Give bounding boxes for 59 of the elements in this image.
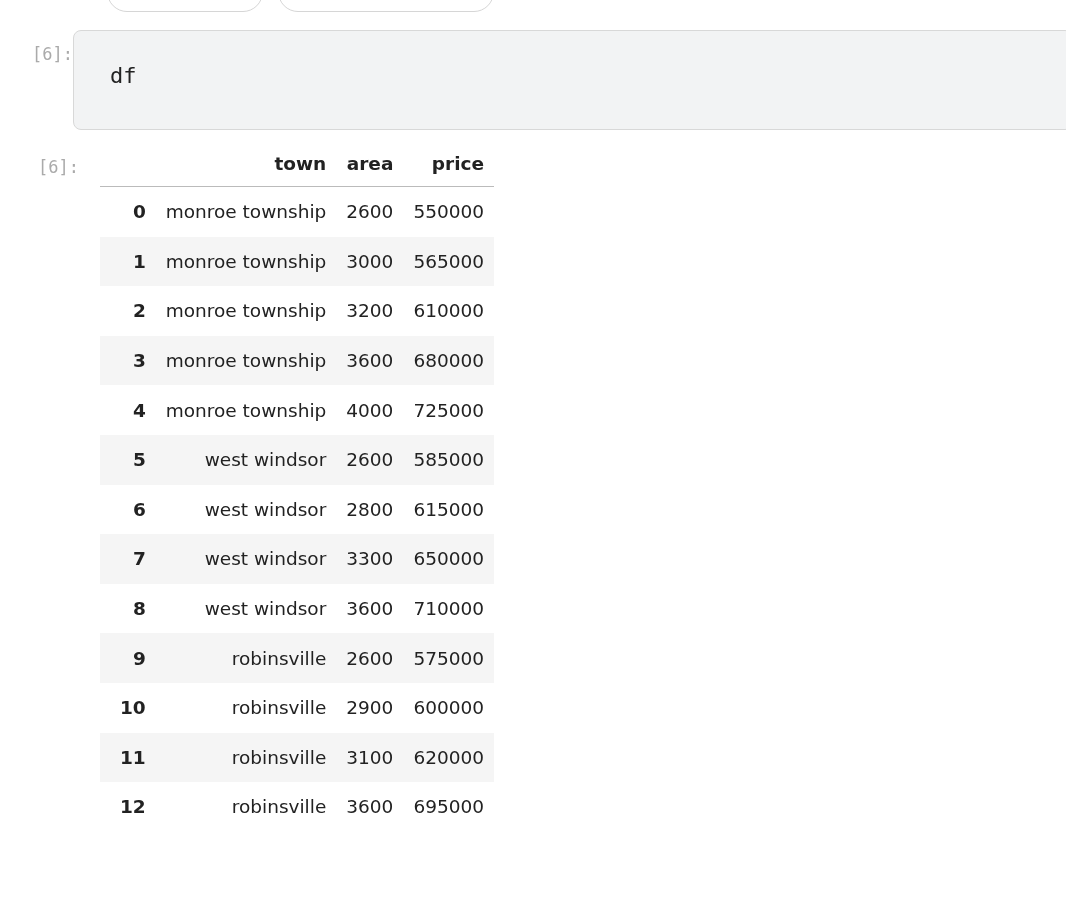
- column-header: town: [155, 141, 337, 187]
- column-header: area: [336, 141, 404, 187]
- table-cell: west windsor: [155, 583, 337, 634]
- table-cell: monroe township: [155, 335, 337, 386]
- table-cell: robinsville: [155, 682, 337, 733]
- row-index: 2: [100, 286, 156, 336]
- table-cell: 2900: [336, 682, 404, 733]
- table-cell: 650000: [403, 534, 494, 584]
- row-index: 9: [100, 633, 156, 683]
- table-cell: 615000: [403, 484, 494, 535]
- table-cell: 3600: [336, 583, 404, 634]
- row-index: 1: [100, 236, 156, 287]
- row-index: 8: [100, 583, 156, 634]
- table-cell: 4000: [336, 385, 404, 435]
- table-cell: 620000: [403, 732, 494, 783]
- table-cell: robinsville: [155, 732, 337, 783]
- row-index: 10: [100, 682, 156, 733]
- table-cell: 3100: [336, 732, 404, 783]
- table-cell: 3600: [336, 335, 404, 386]
- table-cell: 680000: [403, 335, 494, 386]
- table-cell: 565000: [403, 236, 494, 287]
- table-cell: 610000: [403, 286, 494, 336]
- table-cell: 725000: [403, 385, 494, 435]
- table-cell: west windsor: [155, 484, 337, 535]
- table-cell: west windsor: [155, 434, 337, 485]
- table-cell: 575000: [403, 633, 494, 683]
- table-cell: monroe township: [155, 186, 337, 237]
- input-prompt: [6]:: [31, 43, 73, 66]
- table-cell: monroe township: [155, 286, 337, 336]
- row-index: 3: [100, 335, 156, 386]
- column-header: price: [403, 141, 494, 187]
- table-cell: monroe township: [155, 385, 337, 435]
- table-cell: 2600: [336, 633, 404, 683]
- table-cell: robinsville: [155, 782, 337, 832]
- table-cell: 2800: [336, 484, 404, 535]
- row-index: 5: [100, 434, 156, 485]
- table-cell: 600000: [403, 682, 494, 733]
- output-prompt: [6]:: [37, 156, 80, 179]
- table-cell: 3200: [336, 286, 404, 336]
- table-cell: 3000: [336, 236, 404, 287]
- table-cell: west windsor: [155, 534, 337, 584]
- row-index: 4: [100, 385, 156, 435]
- table-cell: 695000: [403, 782, 494, 832]
- table-cell: monroe township: [155, 236, 337, 287]
- table-cell: 3300: [336, 534, 404, 584]
- table-cell: robinsville: [155, 633, 337, 683]
- code-text: df: [109, 63, 137, 88]
- row-index: 11: [100, 732, 156, 783]
- code-cell[interactable]: df: [72, 30, 1066, 130]
- row-index: 12: [100, 782, 156, 832]
- row-index: 7: [100, 534, 156, 584]
- row-index: 0: [100, 186, 156, 237]
- row-index: 6: [100, 484, 156, 535]
- table-cell: 2600: [336, 186, 404, 237]
- table-cell: 585000: [403, 434, 494, 485]
- table-cell: 550000: [403, 186, 494, 237]
- table-cell: 710000: [403, 583, 494, 634]
- table-cell: 3600: [336, 782, 404, 832]
- table-cell: 2600: [336, 434, 404, 485]
